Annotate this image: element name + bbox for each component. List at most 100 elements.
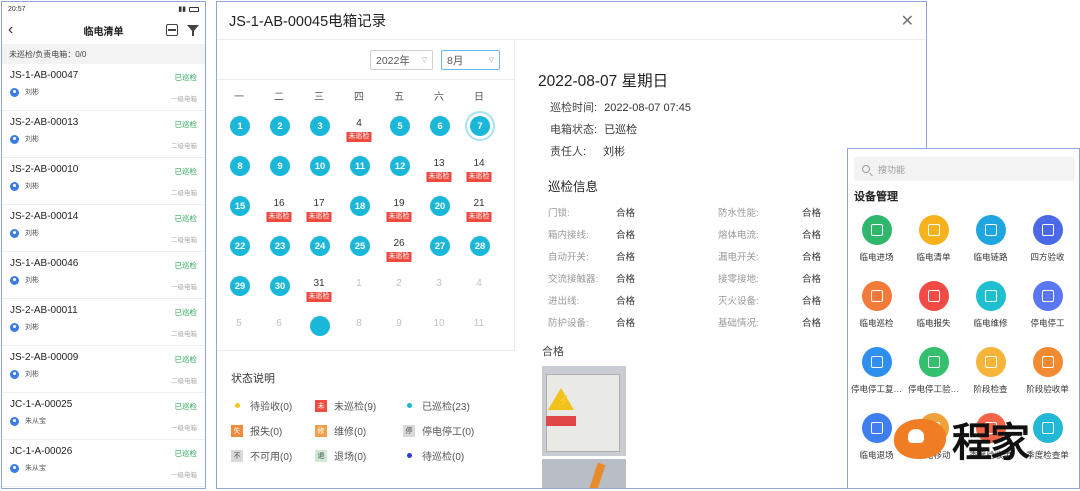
day-number: 12 — [390, 156, 410, 176]
calendar-day[interactable]: 9 — [259, 153, 299, 193]
inspection-checklist: 门锁: 合格 防水性能: 合格 箱内接线: 合格 熔体电流: 合格 自动开关: 合格 漏电开关: 合格… — [548, 205, 862, 337]
calendar-day[interactable]: 6 — [419, 113, 459, 153]
calendar-day[interactable]: 4 未巡检 — [339, 113, 379, 153]
menu-item[interactable]: 临电巡检 — [848, 279, 905, 345]
calendar-day[interactable]: 23 — [259, 233, 299, 273]
calendar-day[interactable]: 15 — [219, 193, 259, 233]
month-select[interactable]: 8月 ▽ — [441, 50, 500, 70]
calendar-day[interactable]: 1 — [219, 113, 259, 153]
menu-item[interactable]: 停电停工复… — [848, 345, 905, 411]
day-number: 7 — [470, 116, 490, 136]
list-item[interactable]: JC-1-A-00026 已巡检 朱从宝 一级电箱 — [2, 440, 205, 487]
calendar-day[interactable]: 8 — [339, 313, 379, 353]
status-badge: 已巡检 — [174, 355, 198, 364]
calendar-day[interactable]: 25 — [339, 233, 379, 273]
calendar-day[interactable]: 5 — [379, 113, 419, 153]
menu-item-label: 停电停工复… — [850, 384, 902, 394]
legend-label: 已巡检(23) — [422, 402, 470, 413]
calendar-day[interactable]: 11 — [339, 153, 379, 193]
menu-item[interactable]: 停电停工 — [1019, 279, 1076, 345]
menu-item[interactable]: 阶段验收单 — [1019, 345, 1076, 411]
calendar-day[interactable]: 7 — [459, 113, 499, 153]
list-item[interactable]: JS-2-AB-00014 已巡检 刘彬 二级电箱 — [2, 205, 205, 252]
calendar-day[interactable]: 17 未巡检 — [299, 193, 339, 233]
list-item[interactable]: JS-2-AB-00010 已巡检 刘彬 二级电箱 — [2, 158, 205, 205]
function-icon — [861, 413, 892, 443]
filter-icon[interactable] — [187, 24, 199, 36]
menu-item[interactable]: 临电清单 — [905, 213, 962, 279]
calendar-day[interactable]: 27 — [419, 233, 459, 273]
calendar-day[interactable]: 2 — [259, 113, 299, 153]
person-name: 朱从宝 — [25, 418, 46, 425]
inspection-photo[interactable]: ⚡ — [542, 366, 626, 456]
calendar-day[interactable]: 11 — [459, 313, 499, 353]
calendar-day[interactable]: 29 — [219, 273, 259, 313]
weekday-header: 一二三四五六日 — [219, 88, 499, 103]
year-select[interactable]: 2022年 ▽ — [370, 50, 433, 70]
day-number: 3 — [310, 116, 330, 136]
calendar-day[interactable]: 5 — [219, 313, 259, 353]
box-status: 电箱状态: 已巡检 — [550, 124, 638, 136]
calendar-day[interactable]: 18 — [339, 193, 379, 233]
box-code: JS-1-AB-00046 — [10, 258, 79, 269]
calendar-day[interactable]: 14 未巡检 — [459, 153, 499, 193]
weekday-label: 五 — [394, 92, 404, 103]
search-input[interactable]: 搜功能 — [854, 157, 1075, 181]
calendar-day[interactable]: 2 — [379, 273, 419, 313]
close-icon[interactable]: ✕ — [901, 11, 914, 31]
calendar-day[interactable]: 10 — [419, 313, 459, 353]
menu-item[interactable]: 临电链路 — [962, 213, 1019, 279]
calendar-day[interactable]: 12 — [379, 153, 419, 193]
back-icon[interactable]: ‹ — [8, 22, 22, 38]
detail-date: 2022-08-07 星期日 — [538, 73, 669, 90]
legend-item: 未未巡检(9) — [315, 393, 403, 418]
function-icon — [918, 215, 949, 245]
calendar-day[interactable]: 6 — [259, 313, 299, 353]
calendar-day[interactable]: 31 未巡检 — [299, 273, 339, 313]
calendar-day[interactable]: 30 — [259, 273, 299, 313]
menu-item[interactable]: 四方验收 — [1019, 213, 1076, 279]
menu-item[interactable]: 临电维修 — [962, 279, 1019, 345]
calendar-day[interactable]: 3 — [299, 113, 339, 153]
calendar-day[interactable]: 3 — [419, 273, 459, 313]
check-label: 灭火设备: — [718, 296, 759, 307]
scan-icon[interactable] — [166, 24, 178, 36]
calendar-day[interactable]: 16 未巡检 — [259, 193, 299, 233]
missed-tag: 未巡检 — [386, 212, 412, 222]
calendar-day[interactable]: 1 — [339, 273, 379, 313]
list-item[interactable]: JC-1-A-00025 已巡检 朱从宝 一级电箱 — [2, 393, 205, 440]
calendar-day[interactable]: 9 — [379, 313, 419, 353]
menu-item[interactable]: 临电进场 — [848, 213, 905, 279]
box-code: JC-1-A-00025 — [10, 399, 73, 410]
calendar-day[interactable]: 21 未巡检 — [459, 193, 499, 233]
check-label: 熔体电流: — [718, 230, 759, 241]
list-item[interactable]: JS-2-AB-00013 已巡检 刘彬 二级电箱 — [2, 111, 205, 158]
legend-item: 停停电停工(0) — [403, 418, 493, 443]
calendar-day[interactable]: 4 — [459, 273, 499, 313]
menu-item[interactable]: 阶段检查 — [962, 345, 1019, 411]
calendar-day[interactable]: 20 — [419, 193, 459, 233]
list-item[interactable]: JS-1-AB-00046 已巡检 刘彬 一级电箱 — [2, 252, 205, 299]
calendar-day[interactable]: 13 未巡检 — [419, 153, 459, 193]
day-number: 11 — [473, 318, 485, 329]
list-item[interactable]: JS-1-AB-00047 已巡检 刘彬 一级电箱 — [2, 64, 205, 111]
calendar-day[interactable]: 28 — [459, 233, 499, 273]
inspection-photo[interactable] — [542, 459, 626, 488]
calendar-day[interactable]: 8 — [219, 153, 259, 193]
day-number: 5 — [390, 116, 410, 136]
calendar-day[interactable]: 10 — [299, 153, 339, 193]
calendar-day[interactable] — [299, 313, 339, 353]
calendar-day[interactable]: 22 — [219, 233, 259, 273]
list-item[interactable]: JS-2-AB-00009 已巡检 刘彬 二级电箱 — [2, 346, 205, 393]
today-marker — [310, 316, 330, 336]
weekday-label: 六 — [434, 92, 444, 103]
list-item[interactable]: JS-2-AB-00011 已巡检 刘彬 二级电箱 — [2, 299, 205, 346]
calendar-day[interactable]: 26 未巡检 — [379, 233, 419, 273]
menu-item[interactable]: 停电停工验… — [905, 345, 962, 411]
calendar-day[interactable]: 24 — [299, 233, 339, 273]
menu-item[interactable]: 临电报失 — [905, 279, 962, 345]
legend-item: 失报失(0) — [231, 418, 315, 443]
watermark-text: 程家 — [952, 420, 1030, 466]
status-legend: 状态说明 待验收(0) 未未巡检(9) 已巡检(23) 失报失(0) 修维修(0) 停停电… — [217, 351, 515, 488]
calendar-day[interactable]: 19 未巡检 — [379, 193, 419, 233]
